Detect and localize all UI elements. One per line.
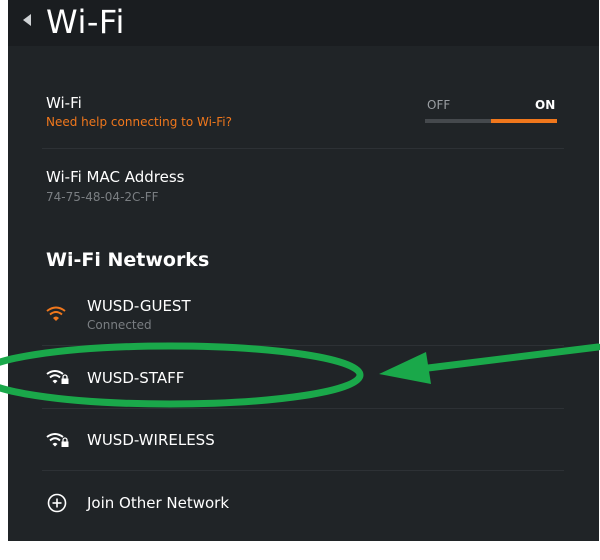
- toggle-on-label: ON: [535, 98, 556, 112]
- header-bar: Wi-Fi: [8, 0, 599, 46]
- mac-address-value: 74-75-48-04-2C-FF: [46, 190, 159, 204]
- wifi-open-icon: [46, 306, 66, 321]
- network-status: Connected: [87, 318, 152, 332]
- wifi-help-link[interactable]: Need help connecting to Wi-Fi?: [46, 115, 232, 130]
- toggle-off-label: OFF: [427, 98, 451, 112]
- network-name: WUSD-GUEST: [87, 297, 191, 315]
- wifi-label: Wi-Fi: [46, 94, 82, 112]
- toggle-fill: [491, 119, 557, 123]
- network-name: WUSD-STAFF: [87, 369, 185, 387]
- wifi-toggle-switch[interactable]: [425, 119, 557, 123]
- wifi-locked-icon: [46, 433, 69, 447]
- divider: [42, 148, 564, 149]
- mac-address-label: Wi-Fi MAC Address: [46, 168, 185, 186]
- page-title: Wi-Fi: [46, 3, 125, 41]
- settings-screen: Wi-Fi Wi-Fi Need help connecting to Wi-F…: [8, 0, 599, 541]
- add-circle-icon: [47, 493, 67, 513]
- divider: [42, 470, 564, 471]
- wifi-locked-icon: [46, 370, 69, 384]
- join-other-network-label: Join Other Network: [87, 494, 230, 512]
- back-arrow-icon[interactable]: [22, 13, 32, 27]
- networks-section-title: Wi-Fi Networks: [46, 249, 210, 271]
- divider: [42, 345, 564, 346]
- divider: [42, 408, 564, 409]
- network-name: WUSD-WIRELESS: [87, 431, 215, 449]
